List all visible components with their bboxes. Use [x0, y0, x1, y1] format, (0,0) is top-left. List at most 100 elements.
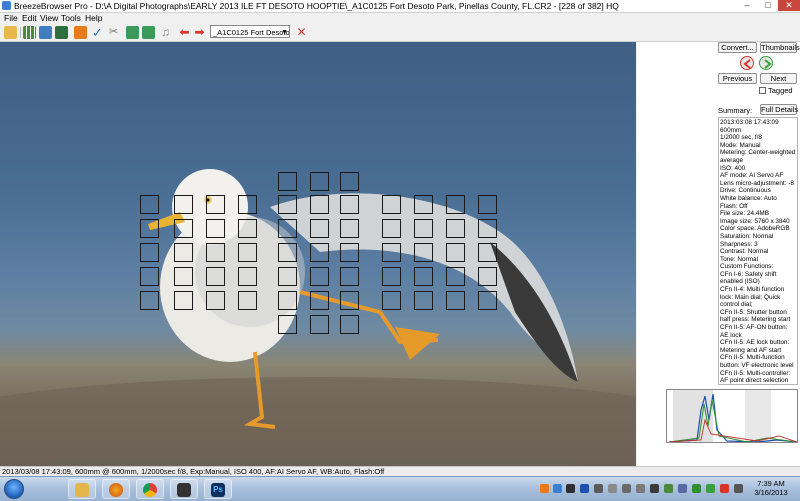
rotate-left-icon[interactable]: [126, 26, 139, 39]
bluetooth-icon[interactable]: [580, 484, 589, 493]
photoshop-icon: Ps: [211, 483, 225, 497]
af-point: [278, 195, 297, 214]
menu-tools[interactable]: Tools: [61, 13, 81, 24]
af-point: [382, 195, 401, 214]
toolbar-separator: [20, 27, 21, 38]
music-icon[interactable]: ♫: [159, 26, 172, 39]
menu-view[interactable]: View: [40, 13, 58, 24]
af-point: [414, 219, 433, 238]
menu-file[interactable]: File: [4, 13, 18, 24]
menu-help[interactable]: Help: [85, 13, 102, 24]
next-nav-icon[interactable]: [759, 56, 773, 70]
exif-line: Metering: Center-weighted average: [720, 149, 796, 164]
af-point: [478, 219, 497, 238]
exif-line: 600mm: [720, 126, 742, 134]
clock-date: 3/16/2013: [754, 488, 788, 497]
full-details-button[interactable]: Full Details: [760, 104, 798, 115]
tray-app-icon[interactable]: [678, 484, 687, 493]
previous-arrow-icon[interactable]: ⬅: [178, 26, 191, 39]
file-select-dropdown[interactable]: _A1C0125 Fort Desoto ▼: [210, 25, 290, 38]
maximize-button[interactable]: □: [757, 0, 779, 11]
grid-view-icon[interactable]: [39, 26, 52, 39]
af-point: [310, 219, 329, 238]
histogram: [666, 389, 798, 443]
toolbar: ✓ ✂ ♫ ⬅ ➡ _A1C0125 Fort Desoto ▼ ✕: [0, 24, 800, 42]
tray-app-icon[interactable]: [706, 484, 715, 493]
taskbar-firefox[interactable]: [102, 479, 130, 499]
af-point: [478, 195, 497, 214]
histogram-graph: [667, 390, 797, 442]
volume-icon[interactable]: [734, 484, 743, 493]
image-viewer[interactable]: [0, 42, 636, 466]
exif-summary-panel: 2013:03:08 17:43:09 600mm 1/2000 sec, f/8 M…: [718, 117, 798, 385]
delete-tool-icon[interactable]: ✂: [107, 26, 120, 39]
exif-line: Image size: 5760 x 3840: [720, 217, 790, 225]
af-point: [206, 195, 225, 214]
menu-edit[interactable]: Edit: [22, 13, 37, 24]
taskbar-file-explorer[interactable]: [68, 479, 96, 499]
af-point: [340, 195, 359, 214]
minimize-button[interactable]: –: [736, 0, 758, 11]
chevron-down-icon: ▼: [281, 29, 288, 36]
af-point: [278, 267, 297, 286]
tray-app-icon[interactable]: [566, 484, 575, 493]
system-clock[interactable]: 7:39 AM 3/16/2013: [748, 479, 794, 497]
tray-app-icon[interactable]: [540, 484, 549, 493]
af-point: [414, 243, 433, 262]
start-button[interactable]: [4, 479, 24, 499]
taskbar-camera-app[interactable]: [170, 479, 198, 499]
exif-line: Contrast: Normal: [720, 248, 769, 256]
html-icon[interactable]: [74, 26, 87, 39]
af-point: [140, 291, 159, 310]
exif-line: White balance: Auto: [720, 194, 777, 202]
convert-button[interactable]: Convert...: [718, 42, 757, 53]
af-point: [174, 219, 193, 238]
exif-line: Saturation: Normal: [720, 232, 774, 240]
taskbar-chrome[interactable]: [136, 479, 164, 499]
app-icon: [2, 1, 11, 10]
tray-app-icon[interactable]: [720, 484, 729, 493]
previous-nav-icon[interactable]: [740, 56, 754, 70]
tray-app-icon[interactable]: [622, 484, 631, 493]
previous-button[interactable]: Previous: [718, 73, 757, 84]
af-point: [446, 195, 465, 214]
af-point: [382, 243, 401, 262]
slideshow-icon[interactable]: [55, 26, 68, 39]
tray-app-icon[interactable]: [664, 484, 673, 493]
tagged-label: Tagged: [768, 86, 793, 95]
tagged-checkbox[interactable]: [759, 87, 766, 94]
taskbar-photoshop[interactable]: Ps: [204, 479, 232, 499]
rotate-right-icon[interactable]: [142, 26, 155, 39]
tray-app-icon[interactable]: [594, 484, 603, 493]
af-point: [478, 267, 497, 286]
af-point: [238, 219, 257, 238]
next-arrow-icon[interactable]: ➡: [193, 26, 206, 39]
exif-line: CFn II-5: Shutter button half press: Met…: [720, 308, 791, 324]
open-folder-icon[interactable]: [4, 26, 17, 39]
exif-line: Sharpness: 3: [720, 240, 758, 248]
file-select-value: _A1C0125 Fort Desoto: [213, 28, 290, 37]
af-point: [478, 291, 497, 310]
tray-app-icon[interactable]: [636, 484, 645, 493]
thumbnails-button[interactable]: Thumbnails: [760, 42, 800, 53]
exif-line: Tone: Normal: [720, 255, 759, 263]
exif-line: CFn I-6: Safety shift enabled (ISO): [720, 270, 777, 286]
af-point: [340, 315, 359, 334]
af-point: [382, 267, 401, 286]
tag-check-icon[interactable]: ✓: [91, 26, 104, 39]
window-title: BreezeBrowser Pro - D:\A Digital Photogr…: [14, 1, 619, 11]
tray-app-icon[interactable]: [553, 484, 562, 493]
tray-app-icon[interactable]: [608, 484, 617, 493]
af-point: [238, 291, 257, 310]
af-point: [446, 219, 465, 238]
close-file-icon[interactable]: ✕: [295, 26, 308, 39]
exif-line: CFn II-5: Multi-function button: VF elec…: [720, 354, 794, 369]
af-point: [310, 243, 329, 262]
af-point: [414, 195, 433, 214]
af-point: [310, 267, 329, 286]
tray-app-icon[interactable]: [692, 484, 701, 493]
next-button[interactable]: Next: [760, 73, 797, 84]
close-button[interactable]: ✕: [778, 0, 800, 11]
thumbnails-icon[interactable]: [23, 26, 36, 39]
tray-app-icon[interactable]: [650, 484, 659, 493]
